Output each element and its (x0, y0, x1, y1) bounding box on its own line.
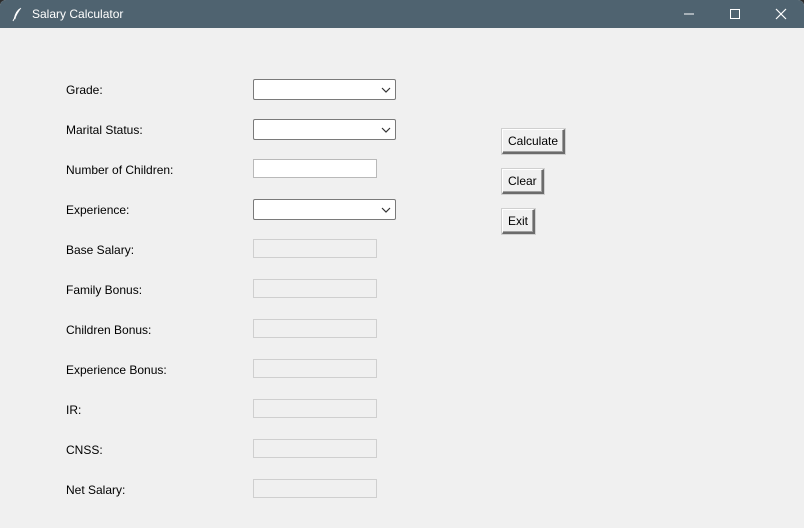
salary-calculator-window: Salary Calculator Grade: Marital Status: (0, 0, 804, 528)
minimize-button[interactable] (666, 0, 712, 28)
experience-label: Experience: (66, 203, 130, 217)
experience-bonus-field (253, 359, 377, 378)
family-bonus-field (253, 279, 377, 298)
cnss-label: CNSS: (66, 443, 103, 457)
maximize-button[interactable] (712, 0, 758, 28)
cnss-field (253, 439, 377, 458)
window-title: Salary Calculator (32, 7, 124, 21)
calculate-button[interactable]: Calculate (500, 128, 567, 155)
net-salary-label: Net Salary: (66, 483, 126, 497)
number-of-children-label: Number of Children: (66, 163, 174, 177)
chevron-down-icon (381, 127, 391, 133)
family-bonus-label: Family Bonus: (66, 283, 143, 297)
base-salary-label: Base Salary: (66, 243, 135, 257)
chevron-down-icon (381, 87, 391, 93)
base-salary-field (253, 239, 377, 258)
chevron-down-icon (381, 207, 391, 213)
maximize-icon (730, 9, 740, 19)
number-of-children-input[interactable] (253, 159, 377, 178)
children-bonus-field (253, 319, 377, 338)
title-bar[interactable]: Salary Calculator (0, 0, 804, 28)
experience-bonus-label: Experience Bonus: (66, 363, 167, 377)
minimize-icon (684, 13, 694, 15)
net-salary-field (253, 479, 377, 498)
exit-button[interactable]: Exit (500, 208, 537, 235)
ir-label: IR: (66, 403, 82, 417)
children-bonus-label: Children Bonus: (66, 323, 152, 337)
feather-icon (10, 6, 26, 22)
marital-status-label: Marital Status: (66, 123, 143, 137)
clear-button[interactable]: Clear (501, 168, 545, 195)
grade-label: Grade: (66, 83, 103, 97)
close-button[interactable] (758, 0, 804, 28)
close-icon (775, 8, 787, 20)
marital-status-combobox[interactable] (253, 119, 396, 140)
experience-combobox[interactable] (253, 199, 396, 220)
grade-combobox[interactable] (253, 79, 396, 100)
ir-field (253, 399, 377, 418)
